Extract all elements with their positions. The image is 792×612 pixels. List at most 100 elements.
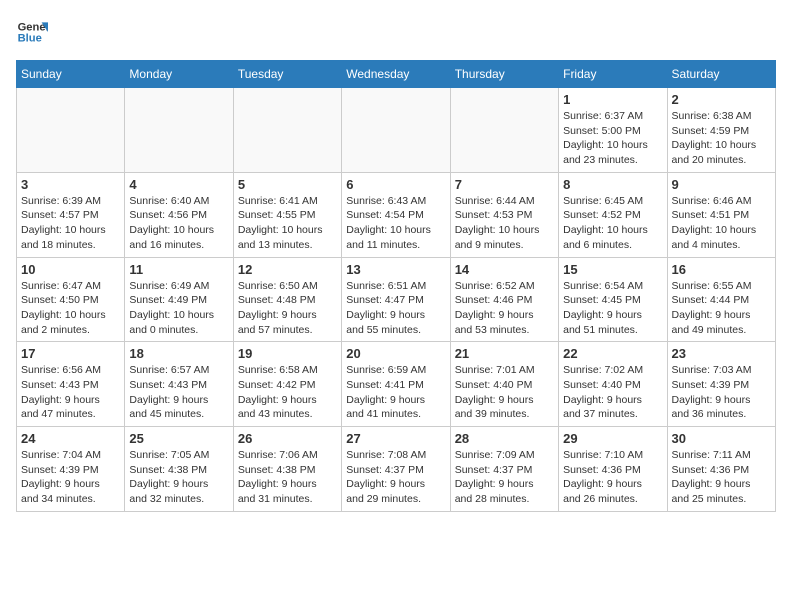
calendar-cell: 24 Sunrise: 7:04 AM Sunset: 4:39 PM Dayli… (17, 427, 125, 512)
day-info: Sunrise: 6:40 AM Sunset: 4:56 PM Dayligh… (129, 194, 228, 253)
calendar-week-row: 17 Sunrise: 6:56 AM Sunset: 4:43 PM Dayli… (17, 342, 776, 427)
day-number: 20 (346, 346, 445, 361)
logo: General Blue (16, 16, 52, 48)
day-number: 30 (672, 431, 771, 446)
day-number: 3 (21, 177, 120, 192)
weekday-header: Monday (125, 61, 233, 88)
weekday-header: Sunday (17, 61, 125, 88)
calendar-cell: 6 Sunrise: 6:43 AM Sunset: 4:54 PM Daylig… (342, 172, 450, 257)
calendar-table: SundayMondayTuesdayWednesdayThursdayFrid… (16, 60, 776, 512)
day-info: Sunrise: 6:56 AM Sunset: 4:43 PM Dayligh… (21, 363, 120, 422)
day-info: Sunrise: 6:58 AM Sunset: 4:42 PM Dayligh… (238, 363, 337, 422)
day-info: Sunrise: 7:02 AM Sunset: 4:40 PM Dayligh… (563, 363, 662, 422)
day-number: 21 (455, 346, 554, 361)
calendar-cell: 26Sunrise: 7:06 AM Sunset: 4:38 PM Dayli… (233, 427, 341, 512)
day-number: 12 (238, 262, 337, 277)
calendar-cell: 19 Sunrise: 6:58 AM Sunset: 4:42 PM Dayli… (233, 342, 341, 427)
calendar-cell: 22 Sunrise: 7:02 AM Sunset: 4:40 PM Dayli… (559, 342, 667, 427)
day-info: Sunrise: 7:04 AM Sunset: 4:39 PM Dayligh… (21, 448, 120, 507)
day-number: 13 (346, 262, 445, 277)
day-info: Sunrise: 6:38 AM Sunset: 4:59 PM Dayligh… (672, 109, 771, 168)
calendar-cell: 5 Sunrise: 6:41 AM Sunset: 4:55 PM Daylig… (233, 172, 341, 257)
day-number: 9 (672, 177, 771, 192)
calendar-week-row: 10 Sunrise: 6:47 AM Sunset: 4:50 PM Dayli… (17, 257, 776, 342)
day-number: 16 (672, 262, 771, 277)
day-number: 18 (129, 346, 228, 361)
day-info: Sunrise: 7:11 AM Sunset: 4:36 PM Dayligh… (672, 448, 771, 507)
calendar-cell: 8 Sunrise: 6:45 AM Sunset: 4:52 PM Daylig… (559, 172, 667, 257)
calendar-cell: 7 Sunrise: 6:44 AM Sunset: 4:53 PM Daylig… (450, 172, 558, 257)
calendar-cell: 29 Sunrise: 7:10 AM Sunset: 4:36 PM Dayli… (559, 427, 667, 512)
day-info: Sunrise: 6:45 AM Sunset: 4:52 PM Dayligh… (563, 194, 662, 253)
calendar-cell: 30 Sunrise: 7:11 AM Sunset: 4:36 PM Dayli… (667, 427, 775, 512)
calendar-cell: 12 Sunrise: 6:50 AM Sunset: 4:48 PM Dayli… (233, 257, 341, 342)
calendar-week-row: 1Sunrise: 6:37 AM Sunset: 5:00 PM Daylig… (17, 88, 776, 173)
day-info: Sunrise: 6:44 AM Sunset: 4:53 PM Dayligh… (455, 194, 554, 253)
weekday-header: Tuesday (233, 61, 341, 88)
day-number: 15 (563, 262, 662, 277)
day-number: 14 (455, 262, 554, 277)
calendar-cell: 4 Sunrise: 6:40 AM Sunset: 4:56 PM Daylig… (125, 172, 233, 257)
day-info: Sunrise: 6:59 AM Sunset: 4:41 PM Dayligh… (346, 363, 445, 422)
day-number: 28 (455, 431, 554, 446)
day-info: Sunrise: 6:47 AM Sunset: 4:50 PM Dayligh… (21, 279, 120, 338)
calendar-cell: 13 Sunrise: 6:51 AM Sunset: 4:47 PM Dayli… (342, 257, 450, 342)
logo-icon: General Blue (16, 16, 48, 48)
calendar-week-row: 24 Sunrise: 7:04 AM Sunset: 4:39 PM Dayli… (17, 427, 776, 512)
calendar-header-row: SundayMondayTuesdayWednesdayThursdayFrid… (17, 61, 776, 88)
day-info: Sunrise: 6:51 AM Sunset: 4:47 PM Dayligh… (346, 279, 445, 338)
day-number: 25 (129, 431, 228, 446)
day-number: 7 (455, 177, 554, 192)
calendar-cell: 23 Sunrise: 7:03 AM Sunset: 4:39 PM Dayli… (667, 342, 775, 427)
day-number: 8 (563, 177, 662, 192)
day-info: Sunrise: 7:10 AM Sunset: 4:36 PM Dayligh… (563, 448, 662, 507)
calendar-cell: 14 Sunrise: 6:52 AM Sunset: 4:46 PM Dayli… (450, 257, 558, 342)
day-info: Sunrise: 6:43 AM Sunset: 4:54 PM Dayligh… (346, 194, 445, 253)
day-number: 2 (672, 92, 771, 107)
calendar-cell: 11 Sunrise: 6:49 AM Sunset: 4:49 PM Dayli… (125, 257, 233, 342)
day-info: Sunrise: 7:01 AM Sunset: 4:40 PM Dayligh… (455, 363, 554, 422)
day-number: 27 (346, 431, 445, 446)
day-info: Sunrise: 6:49 AM Sunset: 4:49 PM Dayligh… (129, 279, 228, 338)
calendar-cell: 25Sunrise: 7:05 AM Sunset: 4:38 PM Dayli… (125, 427, 233, 512)
svg-text:Blue: Blue (18, 33, 42, 45)
day-info: Sunrise: 7:06 AM Sunset: 4:38 PM Dayligh… (238, 448, 337, 507)
calendar-cell: 9 Sunrise: 6:46 AM Sunset: 4:51 PM Daylig… (667, 172, 775, 257)
calendar-cell (450, 88, 558, 173)
calendar-cell: 18Sunrise: 6:57 AM Sunset: 4:43 PM Dayli… (125, 342, 233, 427)
day-number: 4 (129, 177, 228, 192)
day-info: Sunrise: 6:50 AM Sunset: 4:48 PM Dayligh… (238, 279, 337, 338)
calendar-cell (17, 88, 125, 173)
weekday-header: Wednesday (342, 61, 450, 88)
day-info: Sunrise: 6:37 AM Sunset: 5:00 PM Dayligh… (563, 109, 662, 168)
day-number: 10 (21, 262, 120, 277)
weekday-header: Thursday (450, 61, 558, 88)
day-number: 29 (563, 431, 662, 446)
calendar-cell (233, 88, 341, 173)
day-info: Sunrise: 6:41 AM Sunset: 4:55 PM Dayligh… (238, 194, 337, 253)
day-number: 23 (672, 346, 771, 361)
day-info: Sunrise: 7:08 AM Sunset: 4:37 PM Dayligh… (346, 448, 445, 507)
day-number: 22 (563, 346, 662, 361)
day-number: 11 (129, 262, 228, 277)
weekday-header: Saturday (667, 61, 775, 88)
day-info: Sunrise: 7:03 AM Sunset: 4:39 PM Dayligh… (672, 363, 771, 422)
calendar-cell: 15Sunrise: 6:54 AM Sunset: 4:45 PM Dayli… (559, 257, 667, 342)
calendar-cell (125, 88, 233, 173)
day-info: Sunrise: 7:09 AM Sunset: 4:37 PM Dayligh… (455, 448, 554, 507)
day-number: 5 (238, 177, 337, 192)
calendar-cell: 10 Sunrise: 6:47 AM Sunset: 4:50 PM Dayli… (17, 257, 125, 342)
day-number: 17 (21, 346, 120, 361)
calendar-cell: 28 Sunrise: 7:09 AM Sunset: 4:37 PM Dayli… (450, 427, 558, 512)
day-info: Sunrise: 6:52 AM Sunset: 4:46 PM Dayligh… (455, 279, 554, 338)
day-number: 24 (21, 431, 120, 446)
day-info: Sunrise: 6:46 AM Sunset: 4:51 PM Dayligh… (672, 194, 771, 253)
day-number: 6 (346, 177, 445, 192)
page-header: General Blue (16, 16, 776, 48)
day-number: 19 (238, 346, 337, 361)
calendar-cell: 16Sunrise: 6:55 AM Sunset: 4:44 PM Dayli… (667, 257, 775, 342)
calendar-cell: 27 Sunrise: 7:08 AM Sunset: 4:37 PM Dayli… (342, 427, 450, 512)
weekday-header: Friday (559, 61, 667, 88)
calendar-cell: 17 Sunrise: 6:56 AM Sunset: 4:43 PM Dayli… (17, 342, 125, 427)
calendar-cell: 2 Sunrise: 6:38 AM Sunset: 4:59 PM Daylig… (667, 88, 775, 173)
